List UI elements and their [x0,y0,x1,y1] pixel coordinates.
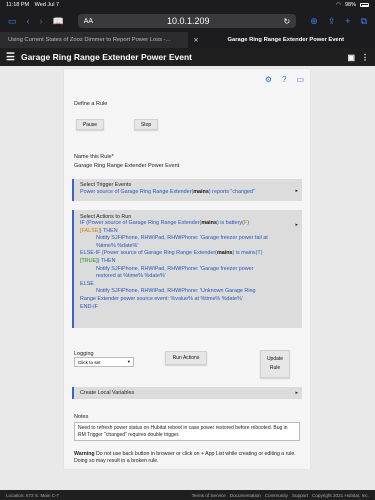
sidebar-toggle-icon[interactable]: ▭ [8,16,17,27]
footer-link-documentation[interactable]: Documentation [230,493,261,498]
more-vert-icon[interactable]: ⋮ [361,53,369,62]
logging-select[interactable]: Click to set ▾ [74,357,134,367]
update-rule-button[interactable]: Update Rule [260,350,290,378]
monitor-icon[interactable]: ▭ [296,75,304,84]
app-header: ☰ Garage Ring Range Extender Power Event… [0,48,375,66]
run-actions-button[interactable]: Run Actions [165,351,207,365]
footer-link-terms[interactable]: Terms of Service [192,493,226,498]
battery-icon [360,3,369,7]
footer-link-support[interactable]: Support [292,493,308,498]
pause-button[interactable]: Pause [76,119,104,130]
expand-arrow-icon: ▸ [295,188,298,194]
wifi-icon: ◠ [336,2,341,8]
chat-icon[interactable]: ▣ [347,53,355,62]
page-title: Garage Ring Range Extender Power Event [20,52,192,62]
actions-section[interactable]: Select Actions to Run IF (Power source o… [72,210,302,328]
notes-textarea[interactable]: Need to refresh power status on Hubitat … [74,422,300,441]
browser-tab-strip: Using Current States of Zooz Dimmer to R… [0,32,375,48]
tab-label: Garage Ring Range Extender Power Event [227,37,345,43]
action-line: Notify SJFiPhone, RHWiPad, RHWiPhone: 'G… [96,265,254,272]
url-text: 10.0.1.209 [167,16,210,26]
action-line: [TRUE]) THEN [80,257,116,264]
trigger-events-header: Select Trigger Events [80,182,132,188]
define-rule-label: Define a Rule [74,101,108,107]
reader-aa-button[interactable]: AA [84,18,93,25]
action-line: %time% %date%' [96,242,139,249]
expand-arrow-icon: ▸ [295,222,298,228]
action-line: END-IF [80,303,98,310]
local-variables-section[interactable]: Create Local Variables ▸ [72,387,302,399]
local-variables-label: Create Local Variables [80,390,135,396]
browser-tab-garage[interactable]: ✕ Garage Ring Range Extender Power Event [187,32,375,48]
action-line: Notify SJFiPhone, RHWiPad, RHWiPhone: 'G… [96,235,268,242]
footer-copyright: Copyright 2021 Hubitat, Inc. [312,492,369,498]
download-icon[interactable]: ⊕ [310,16,318,27]
tabs-overview-icon[interactable]: ⧉ [361,16,367,27]
rule-name-label: Name this Rule* [74,154,114,160]
rule-card: ⚙ ? ▭ Define a Rule Pause Stop Name this… [64,69,310,469]
browser-tab-zooz[interactable]: Using Current States of Zooz Dimmer to R… [0,32,188,48]
browser-address-bar: ▭ ‹ › 📖 AA 10.0.1.209 ↻ ⊕ ⇪ + ⧉ [0,10,375,32]
forward-icon[interactable]: › [40,16,43,26]
action-line: ELSE [80,280,94,287]
action-line: ELSE-IF (Power source of Garage Ring Ran… [80,250,263,257]
battery-percent: 98% [344,2,356,8]
action-line: [FALSE]) THEN [80,227,118,234]
close-tab-icon[interactable]: ✕ [194,37,199,44]
trigger-events-section[interactable]: Select Trigger Events Power source of Ga… [72,179,302,201]
url-field[interactable]: AA 10.0.1.209 ↻ [77,14,297,28]
tab-label: Using Current States of Zooz Dimmer to R… [8,37,171,43]
reload-icon[interactable]: ↻ [284,17,291,26]
new-tab-icon[interactable]: + [345,16,350,26]
help-icon[interactable]: ? [282,75,286,84]
notes-label: Notes [74,414,89,420]
trigger-events-text: Power source of Garage Ring Range Extend… [80,189,255,195]
back-icon[interactable]: ‹ [27,16,30,26]
hamburger-menu-icon[interactable]: ☰ [6,52,15,63]
bookmarks-icon[interactable]: 📖 [53,16,64,27]
action-line: Range Extender power source event: %valu… [80,295,243,302]
action-line: IF (Power source of Garage Ring Range Ex… [80,220,250,226]
action-line: Notify SJFiPhone, RHWiPad, RHWiPhone: 'U… [96,288,256,295]
footer-link-community[interactable]: Community [265,493,288,498]
page-footer: Location: 672 S. Main C-7 Terms of Servi… [0,490,375,500]
expand-arrow-icon: ▸ [295,390,298,396]
warning-text: Warning Do not use back button in browse… [74,451,296,464]
chevron-down-icon: ▾ [127,359,130,364]
ios-status-bar: 11:18 PM Wed Jul 7 ◠ 98% [0,0,375,10]
status-time: 11:18 PM [6,2,30,8]
footer-location: Location: 672 S. Main C-7 [6,492,60,498]
action-line: restored at %time% %date%' [96,273,166,280]
rule-name-field[interactable]: Garage Ring Range Extender Power Event [74,163,179,169]
status-date: Wed Jul 7 [34,2,60,8]
share-icon[interactable]: ⇪ [328,16,336,27]
gear-icon[interactable]: ⚙ [265,75,272,84]
stop-button[interactable]: Stop [134,119,158,130]
